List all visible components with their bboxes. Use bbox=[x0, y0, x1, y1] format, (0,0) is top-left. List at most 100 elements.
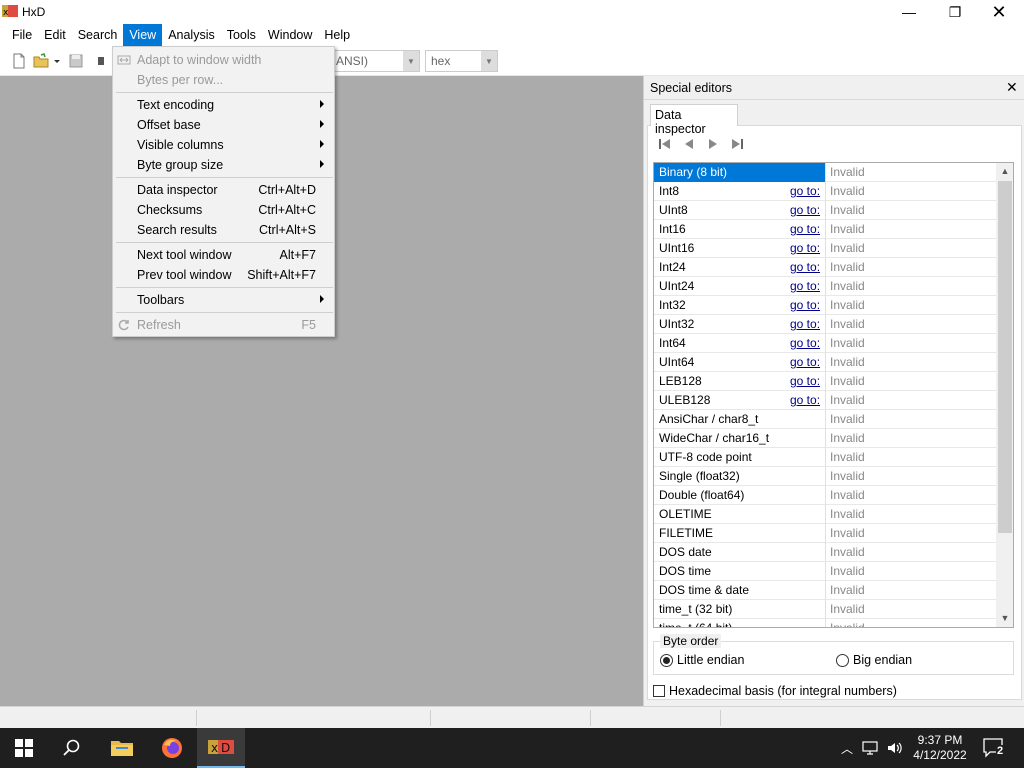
row-value[interactable]: Invalid bbox=[830, 412, 865, 426]
goto-link[interactable]: go to: bbox=[790, 184, 820, 198]
menu-item-offset-base[interactable]: Offset base bbox=[113, 115, 334, 135]
row-value[interactable]: Invalid bbox=[830, 317, 865, 331]
little-endian-radio[interactable]: Little endian bbox=[660, 653, 744, 667]
big-endian-radio[interactable]: Big endian bbox=[836, 653, 912, 667]
table-row[interactable]: Int64 go to: Invalid bbox=[654, 334, 996, 353]
encoding-select[interactable]: ANSI) ▼ bbox=[330, 50, 420, 72]
row-value[interactable]: Invalid bbox=[830, 469, 865, 483]
menu-item-visible-columns[interactable]: Visible columns bbox=[113, 135, 334, 155]
menu-item-data-inspector[interactable]: Data inspector Ctrl+Alt+D bbox=[113, 180, 334, 200]
scroll-down-icon[interactable]: ▼ bbox=[996, 610, 1013, 626]
goto-link[interactable]: go to: bbox=[790, 355, 820, 369]
table-row[interactable]: Single (float32) Invalid bbox=[654, 467, 996, 486]
menu-item-text-encoding[interactable]: Text encoding bbox=[113, 95, 334, 115]
row-value[interactable]: Invalid bbox=[830, 298, 865, 312]
menu-search[interactable]: Search bbox=[72, 24, 124, 46]
menu-item-refresh[interactable]: Refresh F5 bbox=[113, 315, 334, 335]
menu-item-byte-group-size[interactable]: Byte group size bbox=[113, 155, 334, 175]
table-row[interactable]: UInt32 go to: Invalid bbox=[654, 315, 996, 334]
search-button[interactable] bbox=[48, 728, 96, 768]
row-value[interactable]: Invalid bbox=[830, 602, 865, 616]
menu-edit[interactable]: Edit bbox=[38, 24, 72, 46]
row-value[interactable]: Invalid bbox=[830, 564, 865, 578]
table-row[interactable]: Int32 go to: Invalid bbox=[654, 296, 996, 315]
menu-item-bytes-per-row[interactable]: Bytes per row... bbox=[113, 70, 334, 90]
next-icon[interactable] bbox=[704, 136, 722, 152]
row-value[interactable]: Invalid bbox=[830, 488, 865, 502]
previous-icon[interactable] bbox=[680, 136, 698, 152]
network-icon[interactable] bbox=[862, 740, 880, 756]
table-row[interactable]: Int24 go to: Invalid bbox=[654, 258, 996, 277]
table-row[interactable]: Double (float64) Invalid bbox=[654, 486, 996, 505]
row-value[interactable]: Invalid bbox=[830, 203, 865, 217]
goto-link[interactable]: go to: bbox=[790, 203, 820, 217]
row-value[interactable]: Invalid bbox=[830, 393, 865, 407]
goto-link[interactable]: go to: bbox=[790, 374, 820, 388]
scroll-thumb[interactable] bbox=[998, 181, 1012, 533]
table-row[interactable]: Int16 go to: Invalid bbox=[654, 220, 996, 239]
row-value[interactable]: Invalid bbox=[830, 431, 865, 445]
start-button[interactable] bbox=[0, 728, 48, 768]
table-row[interactable]: UInt8 go to: Invalid bbox=[654, 201, 996, 220]
goto-link[interactable]: go to: bbox=[790, 393, 820, 407]
goto-link[interactable]: go to: bbox=[790, 336, 820, 350]
table-row[interactable]: DOS time & date Invalid bbox=[654, 581, 996, 600]
clock[interactable]: 9:37 PM 4/12/2022 bbox=[898, 733, 982, 763]
table-row[interactable]: OLETIME Invalid bbox=[654, 505, 996, 524]
goto-link[interactable]: go to: bbox=[790, 298, 820, 312]
row-value[interactable]: Invalid bbox=[830, 260, 865, 274]
firefox-button[interactable] bbox=[148, 728, 196, 768]
table-row[interactable]: DOS date Invalid bbox=[654, 543, 996, 562]
grid-scrollbar[interactable]: ▲ ▼ bbox=[996, 163, 1013, 627]
table-row[interactable]: UInt16 go to: Invalid bbox=[654, 239, 996, 258]
menu-item-adapt-to-window-width[interactable]: Adapt to window width bbox=[113, 50, 334, 70]
table-row[interactable]: Binary (8 bit) Invalid bbox=[654, 163, 996, 182]
table-row[interactable]: WideChar / char16_t Invalid bbox=[654, 429, 996, 448]
menu-view[interactable]: View bbox=[123, 24, 163, 46]
table-row[interactable]: DOS time Invalid bbox=[654, 562, 996, 581]
menu-item-toolbars[interactable]: Toolbars bbox=[113, 290, 334, 310]
open-dropdown-icon[interactable] bbox=[52, 53, 62, 69]
menu-file[interactable]: File bbox=[6, 24, 38, 46]
tab-data-inspector[interactable]: Data inspector bbox=[650, 104, 738, 136]
goto-link[interactable]: go to: bbox=[790, 260, 820, 274]
table-row[interactable]: LEB128 go to: Invalid bbox=[654, 372, 996, 391]
goto-link[interactable]: go to: bbox=[790, 222, 820, 236]
goto-link[interactable]: go to: bbox=[790, 241, 820, 255]
table-row[interactable]: time_t (64 bit) Invalid bbox=[654, 619, 996, 627]
open-folder-icon[interactable] bbox=[33, 53, 49, 69]
first-icon[interactable] bbox=[656, 136, 674, 152]
menu-item-next-tool-window[interactable]: Next tool window Alt+F7 bbox=[113, 245, 334, 265]
menu-item-prev-tool-window[interactable]: Prev tool window Shift+Alt+F7 bbox=[113, 265, 334, 285]
menu-help[interactable]: Help bbox=[318, 24, 356, 46]
table-row[interactable]: AnsiChar / char8_t Invalid bbox=[654, 410, 996, 429]
menu-item-checksums[interactable]: Checksums Ctrl+Alt+C bbox=[113, 200, 334, 220]
row-value[interactable]: Invalid bbox=[830, 336, 865, 350]
hxd-taskbar-button[interactable]: x D bbox=[197, 728, 245, 768]
row-value[interactable]: Invalid bbox=[830, 241, 865, 255]
row-value[interactable]: Invalid bbox=[830, 545, 865, 559]
menu-window[interactable]: Window bbox=[262, 24, 318, 46]
row-value[interactable]: Invalid bbox=[830, 583, 865, 597]
table-row[interactable]: Int8 go to: Invalid bbox=[654, 182, 996, 201]
goto-link[interactable]: go to: bbox=[790, 317, 820, 331]
save-icon[interactable] bbox=[68, 53, 84, 69]
offset-base-select[interactable]: hex ▼ bbox=[425, 50, 498, 72]
maximize-button[interactable]: ❐ bbox=[932, 0, 978, 24]
table-row[interactable]: UTF-8 code point Invalid bbox=[654, 448, 996, 467]
table-row[interactable]: UInt24 go to: Invalid bbox=[654, 277, 996, 296]
row-value[interactable]: Invalid bbox=[830, 165, 865, 179]
close-button[interactable]: ✕ bbox=[976, 0, 1022, 24]
table-row[interactable]: FILETIME Invalid bbox=[654, 524, 996, 543]
file-explorer-button[interactable] bbox=[98, 728, 146, 768]
scroll-up-icon[interactable]: ▲ bbox=[996, 163, 1013, 179]
row-value[interactable]: Invalid bbox=[830, 450, 865, 464]
menu-analysis[interactable]: Analysis bbox=[162, 24, 221, 46]
hex-basis-checkbox[interactable]: Hexadecimal basis (for integral numbers) bbox=[653, 684, 897, 698]
chevron-up-icon[interactable]: ︿ bbox=[838, 740, 856, 757]
table-row[interactable]: time_t (32 bit) Invalid bbox=[654, 600, 996, 619]
row-value[interactable]: Invalid bbox=[830, 355, 865, 369]
new-file-icon[interactable] bbox=[11, 53, 27, 69]
row-value[interactable]: Invalid bbox=[830, 526, 865, 540]
table-row[interactable]: UInt64 go to: Invalid bbox=[654, 353, 996, 372]
